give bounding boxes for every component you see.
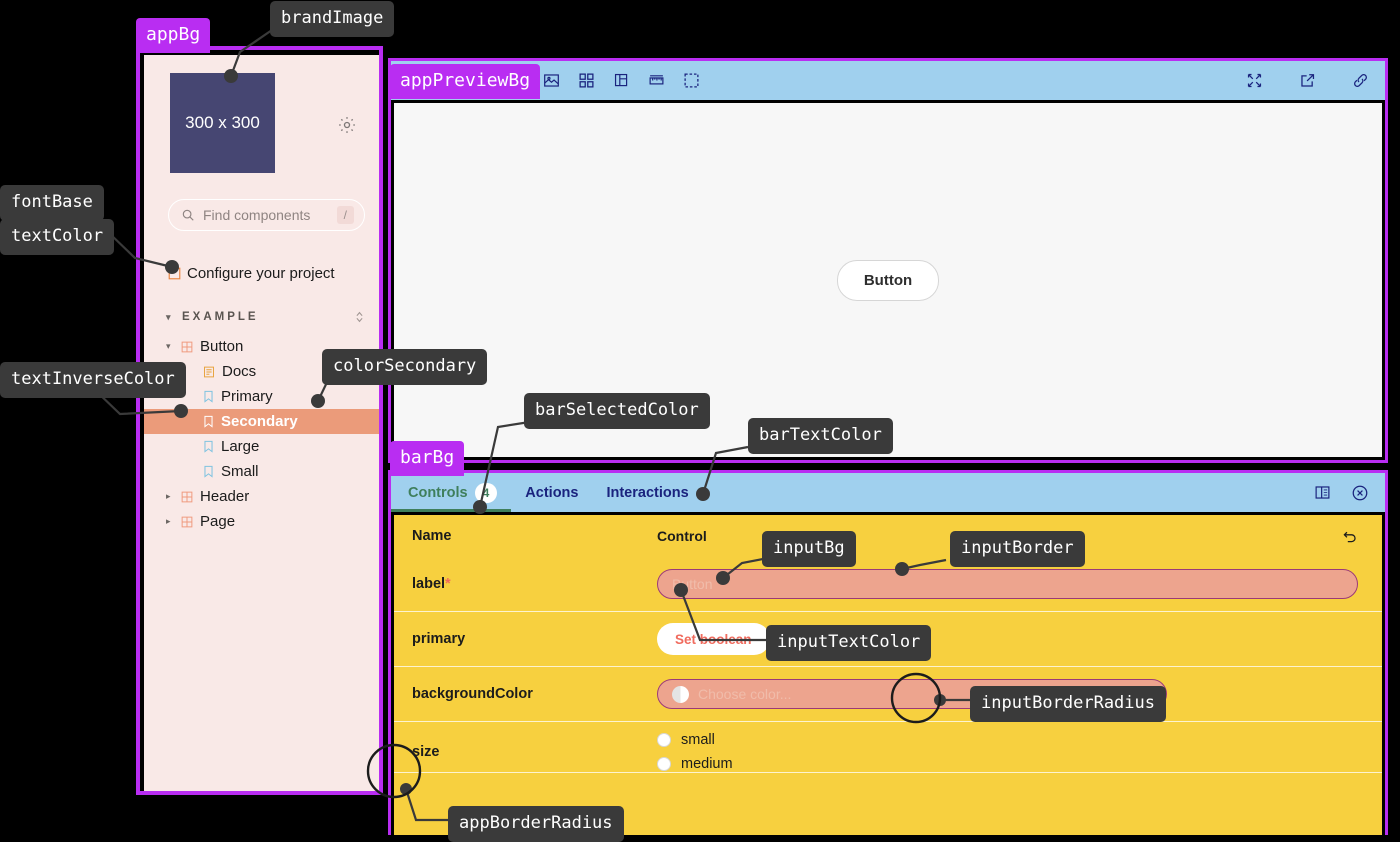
annotation-chip-colorsecondary: colorSecondary [322,349,488,385]
tab-label: Interactions [606,484,689,501]
radio-option[interactable]: small [657,732,733,748]
tree-caret-icon[interactable]: ▾ [166,341,174,352]
annotation-tag-appbg: appBg [136,18,211,53]
sidebar: 300 x 300 Find components / Configure yo… [144,55,379,791]
panel-layout-icon[interactable] [1314,484,1331,501]
configure-icon [168,267,181,280]
search-shortcut-key: / [336,206,354,224]
sidebar-tree-item[interactable]: Large [144,434,379,459]
input-placeholder: Choose color... [698,686,792,702]
tree-item-label: Secondary [221,413,298,430]
tab-actions[interactable]: Actions [511,473,592,512]
tree-caret-icon[interactable]: ▸ [166,491,174,502]
story-icon [203,465,214,478]
annotation-chip-inputtextcolor: inputTextColor [766,625,932,661]
sidebar-section-example[interactable]: ▾ EXAMPLE [166,310,365,324]
link-icon[interactable] [1352,72,1369,89]
document-icon [203,366,215,378]
component-icon [181,516,193,528]
addon-tab-bar: Controls 4 Actions Interactions [391,473,1385,512]
gear-icon[interactable] [337,115,357,135]
annotation-tag-barbg: barBg [390,441,465,476]
control-row: backgroundColor Choose color... [394,667,1382,722]
annotation-chip-inputborder: inputBorder [950,531,1085,567]
measure-icon[interactable] [683,72,700,89]
annotation-chip-inputborderradius: inputBorderRadius [970,686,1166,722]
annotation-chip-bartextcolor: barTextColor [748,418,893,454]
control-name: size [412,744,440,760]
component-icon [181,491,193,503]
control-row: size small medium [394,722,1382,773]
radio-label: small [681,732,715,748]
control-name: label* [412,576,451,592]
sidebar-item-label: Configure your project [187,265,335,282]
background-image-icon[interactable] [543,72,560,89]
sidebar-tree-item[interactable]: Secondary [144,409,379,434]
search-input[interactable]: Find components / [168,199,365,231]
search-placeholder: Find components [203,207,311,223]
annotation-chip-appborderradius: appBorderRadius [448,806,624,842]
preview-button[interactable]: Button [836,259,940,301]
text-input[interactable]: Button [657,569,1358,599]
ruler-icon[interactable] [648,72,665,89]
tab-label: Actions [525,484,579,501]
tab-badge: 4 [474,482,498,503]
color-swatch-icon[interactable] [672,685,689,703]
set-boolean-button[interactable]: Set boolean [657,623,770,655]
story-icon [203,390,214,403]
close-circle-icon[interactable] [1351,484,1369,502]
radio-option[interactable]: medium [657,756,733,772]
section-caret-icon: ▾ [166,311,174,322]
sidebar-tree-item[interactable]: ▸ Page [144,509,379,534]
search-icon [181,208,195,222]
radio-dot-icon[interactable] [657,757,671,771]
control-name: backgroundColor [412,686,533,702]
undo-icon[interactable] [1341,528,1358,545]
story-icon [203,415,214,428]
annotation-chip-fontbase: fontBase [0,185,104,221]
fullscreen-icon[interactable] [1246,72,1263,89]
annotation-chip-inputbg: inputBg [762,531,856,567]
brand-image-label: 300 x 300 [185,113,260,132]
brand-row: 300 x 300 [144,55,379,173]
tab-label: Controls [408,484,468,501]
section-label: EXAMPLE [182,311,259,323]
sidebar-item-configure-project[interactable]: Configure your project [168,265,379,282]
brand-image: 300 x 300 [170,73,275,173]
control-row: label* Button [394,557,1382,612]
annotation-chip-textinversecolor: textInverseColor [0,362,186,398]
sidebar-tree-item[interactable]: ▸ Header [144,484,379,509]
story-icon [203,440,214,453]
tree-item-label: Page [200,513,236,530]
controls-table-header: Name Control [394,515,1382,557]
tree-item-label: Small [221,463,259,480]
grid-icon[interactable] [578,72,595,89]
annotation-chip-textcolor: textColor [0,219,115,255]
tab-interactions[interactable]: Interactions [592,473,702,512]
control-name: primary [412,631,466,647]
annotation-tag-apppreviewbg: appPreviewBg [390,64,541,99]
tree-item-label: Large [221,438,260,455]
required-marker: * [445,576,451,592]
tree-caret-icon[interactable]: ▸ [166,516,174,527]
radio-dot-icon[interactable] [657,733,671,747]
sort-updown-icon[interactable] [354,310,365,324]
tree-item-label: Button [200,338,244,355]
tab-controls[interactable]: Controls 4 [391,473,511,512]
open-in-new-tab-icon[interactable] [1299,72,1316,89]
tree-item-label: Header [200,488,250,505]
input-placeholder: Button [672,576,713,592]
tree-item-label: Primary [221,388,273,405]
preview-toolbar [391,61,1385,100]
radio-label: medium [681,756,733,772]
annotation-chip-barselectedcolor: barSelectedColor [524,393,710,429]
annotation-chip-brandimage: brandImage [270,1,395,37]
tree-item-label: Docs [222,363,257,380]
copy-layers-icon[interactable] [613,72,630,89]
sidebar-tree-item[interactable]: Small [144,459,379,484]
controls-table: Name Control label* Button primary Set bool… [394,515,1382,835]
column-header-name: Name [412,528,452,544]
component-icon [181,341,193,353]
app-frame: 300 x 300 Find components / Configure yo… [136,46,383,795]
